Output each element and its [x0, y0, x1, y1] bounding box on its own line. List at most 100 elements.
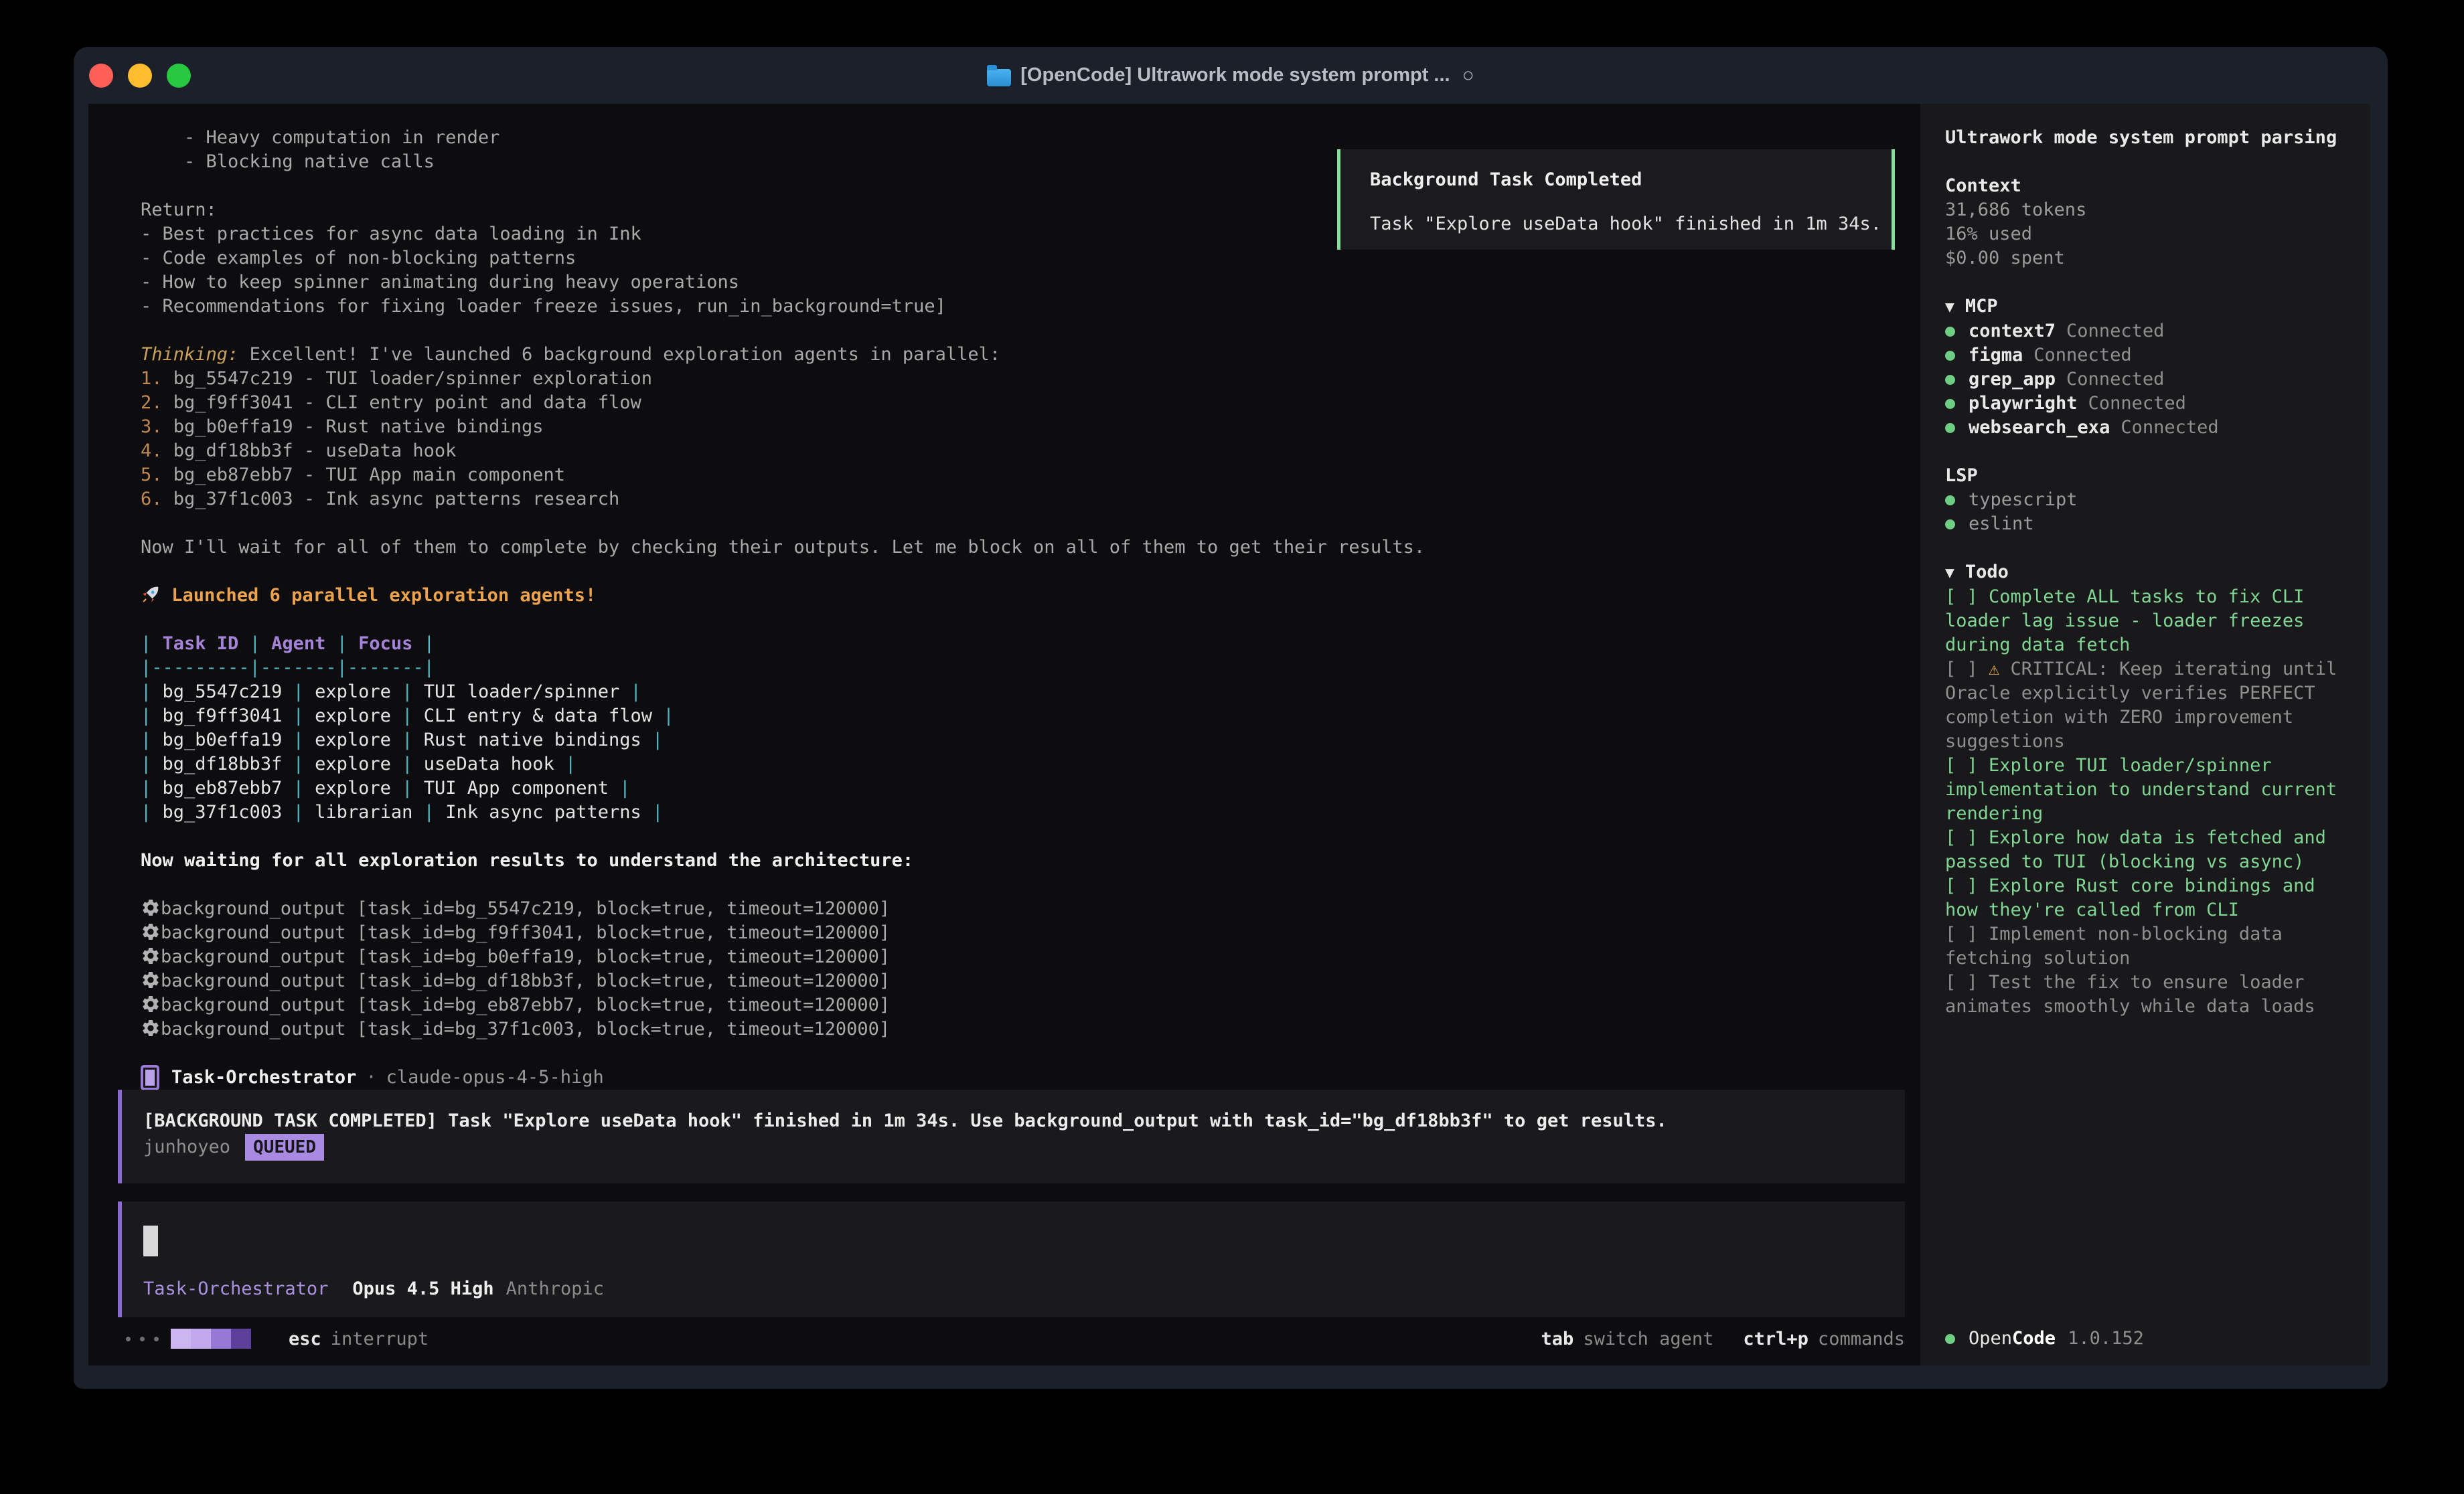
- terminal-line: | bg_b0effa19 | explore | Rust native bi…: [141, 728, 1920, 752]
- sidebar-session-title: Ultrawork mode system prompt parsing: [1945, 126, 2357, 150]
- agent-icon: [141, 1065, 159, 1090]
- terminal-line: [141, 825, 1920, 849]
- connected-dot-icon: [1945, 327, 1955, 337]
- zoom-button[interactable]: [167, 64, 191, 88]
- lsp-section: LSP typescripteslint: [1945, 464, 2357, 536]
- mcp-list: context7ConnectedfigmaConnectedgrep_appC…: [1945, 319, 2357, 440]
- traffic-lights: [89, 47, 191, 104]
- terminal-line: background_output [task_id=bg_f9ff3041, …: [141, 921, 1920, 945]
- notification-body: Task "Explore useData hook" finished in …: [1370, 212, 1892, 236]
- close-button[interactable]: [89, 64, 113, 88]
- terminal-line: 2. bg_f9ff3041 - CLI entry point and dat…: [141, 391, 1920, 415]
- context-spent: $0.00 spent: [1945, 246, 2357, 270]
- window-content: Background Task Completed Task "Explore …: [88, 104, 2370, 1365]
- collapse-triangle-icon[interactable]: ▼: [1945, 564, 1954, 582]
- background-task-banner: [BACKGROUND TASK COMPLETED] Task "Explor…: [118, 1090, 1905, 1183]
- terminal-line: |---------|-------|-------|: [141, 656, 1920, 680]
- notification-title: Background Task Completed: [1370, 168, 1892, 192]
- desktop: [OpenCode] Ultrawork mode system prompt …: [0, 0, 2464, 1494]
- lsp-item: eslint: [1945, 512, 2357, 536]
- ctrlp-key-label: commands: [1818, 1329, 1905, 1349]
- terminal-line: | bg_df18bb3f | explore | useData hook |: [141, 752, 1920, 776]
- brand-code: Code: [2012, 1327, 2056, 1351]
- connected-dot-icon: [1945, 423, 1955, 433]
- terminal-line: background_output [task_id=bg_eb87ebb7, …: [141, 993, 1920, 1017]
- terminal-line: [141, 319, 1920, 343]
- mcp-item: grep_appConnected: [1945, 367, 2357, 392]
- window-title: [OpenCode] Ultrawork mode system prompt …: [1020, 64, 1450, 86]
- connected-dot-icon: [1945, 495, 1955, 505]
- loading-spinner: [171, 1329, 251, 1349]
- queued-badge: QUEUED: [245, 1134, 324, 1161]
- terminal-line: Launched 6 parallel exploration agents!: [141, 584, 1920, 608]
- todo-list: [ ] Complete ALL tasks to fix CLI loader…: [1945, 585, 2357, 1019]
- tab-key-hint: tab: [1541, 1329, 1574, 1349]
- spinner-circle-icon: ○: [1462, 64, 1474, 87]
- todo-section: ▼ Todo [ ] Complete ALL tasks to fix CLI …: [1945, 560, 2357, 1019]
- esc-key-label: interrupt: [331, 1329, 429, 1349]
- mcp-item: websearch_exaConnected: [1945, 416, 2357, 440]
- input-meta: Task-Orchestrator Opus 4.5 High Anthropi…: [143, 1277, 1878, 1301]
- agent-status-line: Task-Orchestrator · claude-opus-4-5-high: [141, 1066, 1920, 1090]
- spinner-trail-dots: [126, 1337, 159, 1341]
- banner-message: [BACKGROUND TASK COMPLETED] Task "Explor…: [143, 1108, 1878, 1134]
- separator-dot: ·: [366, 1066, 376, 1090]
- terminal-line: background_output [task_id=bg_df18bb3f, …: [141, 969, 1920, 993]
- connected-dot-icon: [1945, 519, 1955, 529]
- todo-item: [ ] Explore Rust core bindings and how t…: [1945, 874, 2357, 922]
- prompt-input[interactable]: Task-Orchestrator Opus 4.5 High Anthropi…: [118, 1201, 1905, 1317]
- terminal-line: - Code examples of non-blocking patterns: [141, 246, 1920, 270]
- titlebar[interactable]: [OpenCode] Ultrawork mode system prompt …: [74, 47, 2388, 104]
- todo-item: [ ] Test the fix to ensure loader animat…: [1945, 971, 2357, 1019]
- terminal-line: 3. bg_b0effa19 - Rust native bindings: [141, 415, 1920, 439]
- connected-dot-icon: [1945, 375, 1955, 385]
- agent-model: claude-opus-4-5-high: [386, 1066, 604, 1090]
- gear-icon: [141, 970, 161, 997]
- app-version: 1.0.152: [2068, 1327, 2144, 1351]
- status-bar: esc interrupt tab switch agent ctrl+p co…: [126, 1327, 1905, 1351]
- terminal-output[interactable]: - Heavy computation in render - Blocking…: [141, 126, 1920, 1042]
- mcp-section: ▼ MCP context7ConnectedfigmaConnectedgrep…: [1945, 295, 2357, 440]
- rocket-icon: [141, 584, 161, 611]
- terminal-line: - How to keep spinner animating during h…: [141, 270, 1920, 295]
- collapse-triangle-icon[interactable]: ▼: [1945, 299, 1954, 316]
- mcp-heading: MCP: [1965, 296, 1998, 317]
- background-task-notification[interactable]: Background Task Completed Task "Explore …: [1337, 149, 1895, 250]
- brand-open: Open: [1969, 1327, 2012, 1351]
- esc-key-hint: esc: [289, 1329, 321, 1349]
- terminal-line: | bg_eb87ebb7 | explore | TUI App compon…: [141, 776, 1920, 801]
- todo-heading: Todo: [1965, 562, 2009, 582]
- terminal-line: 4. bg_df18bb3f - useData hook: [141, 439, 1920, 463]
- input-model-name: Opus 4.5 High: [352, 1277, 493, 1301]
- context-section: Context 31,686 tokens 16% used $0.00 spe…: [1945, 174, 2357, 270]
- gear-icon: [141, 994, 161, 1021]
- terminal-line: background_output [task_id=bg_5547c219, …: [141, 897, 1920, 921]
- gear-icon: [141, 946, 161, 973]
- input-provider-name: Anthropic: [506, 1277, 604, 1301]
- input-agent-name: Task-Orchestrator: [143, 1277, 328, 1301]
- warning-icon: ⚠: [1989, 659, 2011, 679]
- main-pane: Background Task Completed Task "Explore …: [88, 104, 1920, 1365]
- ctrlp-key-hint: ctrl+p: [1743, 1329, 1808, 1349]
- tab-key-label: switch agent: [1583, 1329, 1713, 1349]
- terminal-line: - Recommendations for fixing loader free…: [141, 295, 1920, 319]
- terminal-line: Now I'll wait for all of them to complet…: [141, 535, 1920, 560]
- todo-item: [ ] ⚠ CRITICAL: Keep iterating until Ora…: [1945, 657, 2357, 754]
- sidebar-footer: OpenCode 1.0.152: [1945, 1327, 2357, 1351]
- terminal-line: background_output [task_id=bg_37f1c003, …: [141, 1017, 1920, 1042]
- mcp-item: context7Connected: [1945, 319, 2357, 343]
- gear-icon: [141, 1018, 161, 1045]
- terminal-line: | bg_f9ff3041 | explore | CLI entry & da…: [141, 704, 1920, 728]
- terminal-line: background_output [task_id=bg_b0effa19, …: [141, 945, 1920, 969]
- lsp-item: typescript: [1945, 488, 2357, 512]
- todo-item: [ ] Explore how data is fetched and pass…: [1945, 826, 2357, 874]
- terminal-line: [141, 511, 1920, 535]
- gear-icon: [141, 898, 161, 924]
- terminal-line: [141, 608, 1920, 632]
- connected-dot-icon: [1945, 351, 1955, 361]
- minimize-button[interactable]: [128, 64, 152, 88]
- todo-item: [ ] Complete ALL tasks to fix CLI loader…: [1945, 585, 2357, 657]
- text-cursor: [143, 1226, 158, 1256]
- lsp-heading: LSP: [1945, 464, 2357, 488]
- terminal-window: [OpenCode] Ultrawork mode system prompt …: [74, 47, 2388, 1389]
